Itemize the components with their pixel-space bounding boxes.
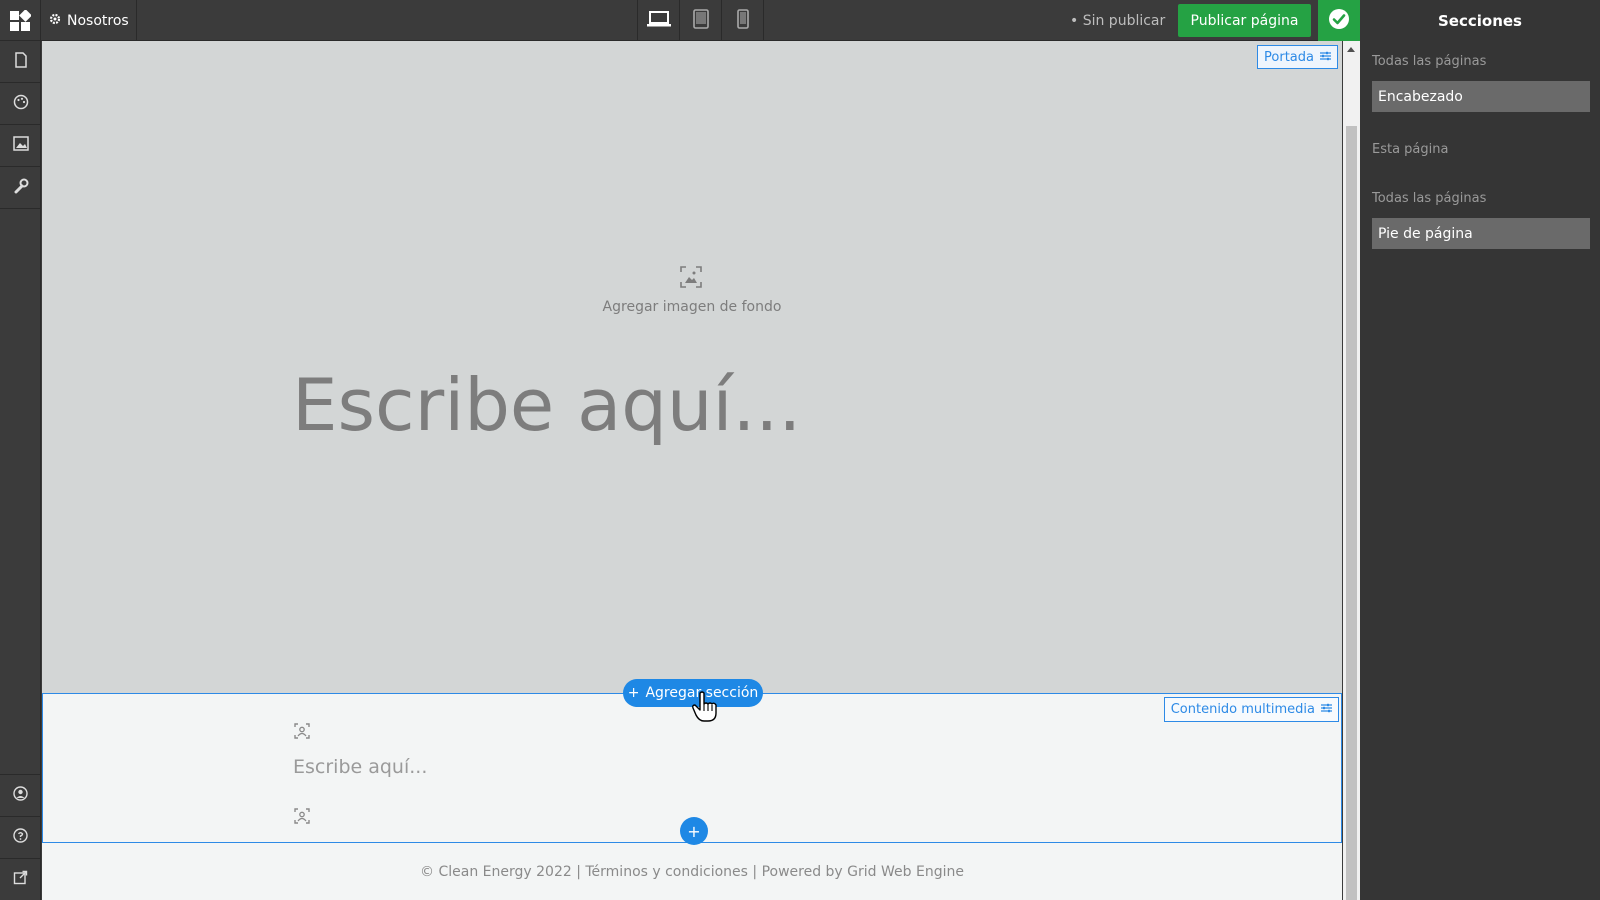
media-icon[interactable]: [294, 723, 310, 743]
add-background-image-link[interactable]: Agregar imagen de fondo: [42, 299, 1342, 315]
plus-icon: +: [627, 685, 640, 701]
image-icon: [12, 136, 29, 155]
all-pages-label: Todas las páginas: [1372, 191, 1487, 206]
check-icon: [1328, 8, 1350, 34]
cover-section-badge[interactable]: Portada: [1257, 45, 1338, 69]
canvas-scrollbar[interactable]: [1343, 41, 1360, 900]
footer-section-item[interactable]: Pie de página: [1372, 218, 1590, 249]
help-icon: [13, 828, 28, 847]
add-element-button[interactable]: +: [680, 817, 708, 845]
external-link-icon: [13, 870, 28, 889]
media-library-button[interactable]: [0, 125, 41, 167]
publish-page-button[interactable]: Publicar página: [1178, 4, 1311, 37]
gear-icon: [49, 13, 61, 29]
open-site-button[interactable]: [0, 858, 41, 900]
page-canvas: Portada Agregar imagen de fondo Escribe …: [42, 41, 1342, 900]
hero-title-placeholder[interactable]: Escribe aquí...: [292, 363, 801, 447]
all-pages-label: Todas las páginas: [1372, 54, 1487, 69]
publish-status: • Sin publicar: [1070, 12, 1166, 29]
pages-button[interactable]: [0, 41, 41, 83]
this-page-label: Esta página: [1372, 142, 1449, 157]
page-icon: [14, 51, 28, 72]
palette-icon: [13, 94, 29, 114]
phone-view-button[interactable]: [722, 0, 764, 41]
account-button[interactable]: [0, 774, 41, 816]
settings-button[interactable]: [0, 167, 41, 209]
user-icon: [13, 786, 28, 805]
panel-title: Secciones: [1438, 11, 1522, 30]
cover-section[interactable]: Portada Agregar imagen de fondo Escribe …: [42, 41, 1342, 693]
page-selector[interactable]: Nosotros: [41, 0, 137, 41]
phone-icon: [736, 8, 749, 33]
page-name-label: Nosotros: [67, 12, 129, 29]
media-icon[interactable]: [294, 808, 310, 828]
tablet-view-button[interactable]: [680, 0, 722, 41]
wrench-icon: [13, 178, 29, 198]
help-button[interactable]: [0, 816, 41, 858]
media-section-badge[interactable]: Contenido multimedia: [1163, 697, 1339, 722]
media-badge-label: Contenido multimedia: [1170, 702, 1315, 717]
scroll-up-icon[interactable]: [1347, 47, 1355, 52]
cover-badge-label: Portada: [1264, 49, 1314, 65]
plus-icon: +: [687, 821, 701, 841]
header-section-item[interactable]: Encabezado: [1372, 81, 1590, 112]
add-image-icon[interactable]: [680, 266, 702, 292]
tablet-icon: [692, 8, 709, 33]
sections-panel: Secciones Todas las páginas Encabezado E…: [1360, 0, 1600, 900]
scroll-thumb[interactable]: [1346, 126, 1357, 900]
sliders-icon: [1321, 702, 1332, 717]
media-text-placeholder[interactable]: Escribe aquí...: [293, 756, 427, 778]
desktop-view-button[interactable]: [638, 0, 680, 41]
desktop-icon: [646, 10, 671, 32]
footer-text: © Clean Energy 2022 | Términos y condici…: [420, 863, 964, 880]
left-toolbar: [0, 41, 41, 900]
top-bar: Nosotros • Sin publicar Publicar página: [0, 0, 1360, 41]
sliders-icon: [1320, 50, 1331, 65]
design-button[interactable]: [0, 83, 41, 125]
grid-logo-icon[interactable]: [0, 0, 41, 41]
device-switcher: [637, 0, 764, 41]
hand-cursor-icon: [692, 691, 718, 727]
save-check-button[interactable]: [1318, 0, 1360, 41]
